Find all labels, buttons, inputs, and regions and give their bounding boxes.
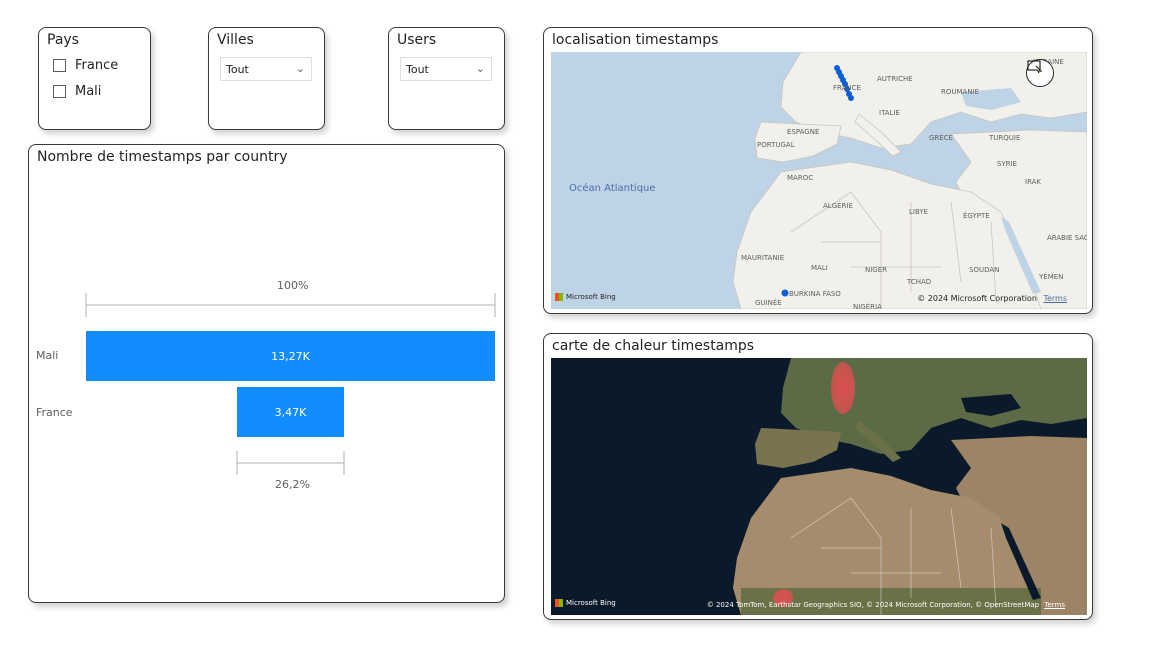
france-label: France: [75, 58, 119, 73]
country-label: SYRIE: [997, 160, 1017, 168]
funnel-chart-title: Nombre de timestamps par country: [37, 149, 288, 165]
satellite-geography: [733, 358, 1087, 615]
country-label: BURKINA FASO: [789, 290, 841, 298]
country-label: IRAK: [1025, 178, 1041, 186]
country-label: TURQUIE: [988, 134, 1020, 142]
road-map[interactable]: FRANCEUKRAINEAUTRICHEROUMANIEITALIEESPAG…: [551, 52, 1087, 309]
map-geography: FRANCEUKRAINEAUTRICHEROUMANIEITALIEESPAG…: [569, 52, 1087, 309]
country-label: ALGÉRIE: [823, 201, 853, 210]
category-label-mali: Mali: [36, 349, 59, 362]
france-checkbox[interactable]: [53, 59, 66, 72]
category-label-france: France: [36, 406, 73, 419]
country-label: TCHAD: [906, 278, 931, 286]
terms-link[interactable]: Terms: [1043, 294, 1067, 303]
pays-option-france[interactable]: France: [53, 58, 118, 73]
mali-checkbox[interactable]: [53, 85, 66, 98]
country-label: FRANCE: [833, 84, 861, 92]
villes-slicer: Villes Tout ⌄: [208, 27, 325, 130]
users-dropdown[interactable]: Tout ⌄: [400, 57, 492, 81]
country-label: SOUDAN: [969, 266, 999, 274]
country-label: ÉGYPTE: [963, 211, 990, 220]
funnel-chart-card: Nombre de timestamps par country 100% Ma…: [28, 144, 505, 603]
bar-mali[interactable]: 13,27K: [86, 331, 495, 381]
villes-dropdown[interactable]: Tout ⌄: [220, 57, 312, 81]
country-label: NIGÉRIA: [853, 302, 882, 309]
users-slicer-title: Users: [397, 32, 437, 48]
chevron-down-icon: ⌄: [295, 62, 305, 75]
map-localisation-title: localisation timestamps: [552, 32, 719, 48]
pays-slicer: Pays France Mali: [38, 27, 151, 130]
focus-mode-icon[interactable]: [1026, 59, 1054, 87]
bar-france[interactable]: 3,47K: [237, 387, 344, 437]
satellite-heatmap[interactable]: Microsoft Bing © 2024 TomTom, Earthstar …: [551, 358, 1087, 615]
users-slicer: Users Tout ⌄: [388, 27, 505, 130]
chevron-down-icon: ⌄: [475, 62, 485, 75]
pays-slicer-title: Pays: [47, 32, 79, 48]
country-label: YÉMEN: [1038, 272, 1063, 281]
users-dropdown-value: Tout: [406, 62, 429, 76]
villes-dropdown-value: Tout: [226, 62, 249, 76]
terms-link[interactable]: Terms: [1044, 601, 1065, 609]
map-heat-card: carte de chaleur timestamps Microsoft Bi…: [543, 333, 1093, 620]
heat-france: [831, 362, 855, 414]
country-label: PORTUGAL: [757, 141, 795, 149]
pays-option-mali[interactable]: Mali: [53, 84, 101, 99]
country-label: AUTRICHE: [877, 75, 913, 83]
country-label: MAROC: [787, 174, 813, 182]
microsoft-bing-logo: Microsoft Bing: [555, 293, 616, 301]
map-attribution: © 2024 Microsoft Corporation Terms: [917, 294, 1067, 303]
map-attribution: © 2024 TomTom, Earthstar Geographics SIO…: [706, 601, 1065, 609]
bottom-percent-label: 26,2%: [275, 478, 310, 491]
map-localisation-card: localisation timestamps FRANCE AUTRICHE …: [543, 27, 1093, 314]
country-label: LIBYE: [909, 208, 928, 216]
microsoft-bing-logo: Microsoft Bing: [555, 599, 616, 607]
country-label: ITALIE: [879, 109, 900, 117]
country-label: MALI: [811, 264, 828, 272]
top-percent-label: 100%: [277, 279, 309, 292]
country-label: ARABIE SAOUDITE: [1047, 234, 1087, 242]
data-label-france: 3,47K: [274, 405, 307, 419]
country-label: ESPAGNE: [787, 128, 819, 136]
country-label: NIGER: [865, 266, 887, 274]
country-label: GUINÉE: [755, 298, 782, 307]
mali-point: [781, 289, 789, 297]
map-heat-title: carte de chaleur timestamps: [552, 338, 755, 354]
country-label: MAURITANIE: [741, 254, 784, 262]
data-label-mali: 13,27K: [271, 349, 310, 363]
mali-label: Mali: [75, 84, 102, 99]
villes-slicer-title: Villes: [217, 32, 254, 48]
ocean-label: Océan Atlantique: [569, 182, 656, 194]
country-label: GRÈCE: [929, 133, 953, 142]
country-label: ROUMANIE: [941, 88, 979, 96]
